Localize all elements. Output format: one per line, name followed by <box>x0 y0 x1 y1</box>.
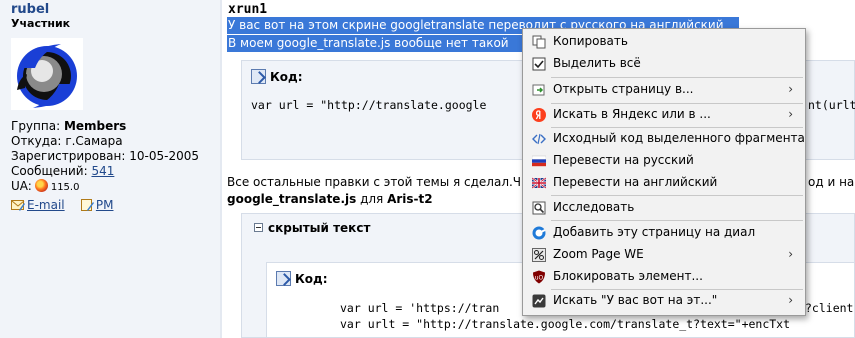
code-block-2-line-1-tail: ?client <box>805 301 854 315</box>
user-location: Откуда: г.Самара <box>11 134 123 148</box>
menu-item-translate-english[interactable]: Перевести на английский <box>523 172 805 194</box>
speed-dial-icon <box>532 226 546 240</box>
post-author: xrun1 <box>228 2 268 17</box>
contact-links: E-mail PM <box>11 198 113 212</box>
submenu-arrow-icon: › <box>788 107 793 121</box>
spoiler-toggle[interactable]: скрытый текст <box>254 221 370 235</box>
firefox-icon <box>34 179 48 192</box>
submenu-arrow-icon: › <box>788 293 793 307</box>
collapse-icon[interactable] <box>254 223 263 232</box>
code-block-1-line: var url = "http://translate.google <box>251 98 487 112</box>
email-icon <box>11 200 25 211</box>
pm-icon <box>80 199 94 211</box>
post-text-line-2: google_translate.js для Aris-t2 <box>227 192 433 206</box>
search-icon <box>532 294 546 308</box>
email-link[interactable]: E-mail <box>27 198 65 212</box>
open-page-icon <box>532 84 545 96</box>
menu-item-translate-russian[interactable]: Перевести на русский <box>523 150 805 172</box>
zoom-icon <box>532 248 546 262</box>
code-expand-icon[interactable] <box>276 271 291 286</box>
inspect-icon <box>532 201 546 215</box>
post-text-line-1: Все остальные правки с этой темы я сдела… <box>227 175 522 189</box>
menu-item-zoom-page-we[interactable]: Zoom Page WE › <box>523 244 805 266</box>
menu-item-search-yandex[interactable]: Искать в Яндекс или в ... › <box>523 104 805 126</box>
user-registered: Зарегистрирован: 10-05-2005 <box>11 149 200 163</box>
post-text-line-1-tail: од и на а <box>808 175 855 189</box>
user-agent: UA: 115.0 <box>11 179 80 193</box>
menu-item-block-element[interactable]: uO Блокировать элемент... <box>523 266 805 288</box>
source-code-icon <box>532 133 546 145</box>
code-block-1-header: Код: <box>251 69 303 84</box>
menu-item-open-page-in[interactable]: Открыть страницу в... › <box>523 79 805 101</box>
yandex-icon <box>532 108 546 122</box>
menu-separator <box>551 77 803 78</box>
menu-separator <box>551 195 803 196</box>
menu-item-select-all[interactable]: Выделить всё <box>523 53 805 75</box>
code-block-1-line-tail: nt(urlt <box>808 98 855 112</box>
avatar <box>11 38 83 110</box>
code-block-2-header: Код: <box>276 271 328 286</box>
context-menu: Копировать Выделить всё Открыть страницу… <box>522 28 806 316</box>
menu-item-search-selection[interactable]: Искать "У вас вот на эт..." › <box>523 290 805 312</box>
code-block-2-line-1: var url = 'https://tran <box>340 301 500 315</box>
uk-flag-icon <box>532 177 546 189</box>
submenu-arrow-icon: › <box>788 82 793 96</box>
pm-link[interactable]: PM <box>96 198 114 212</box>
user-group: Группа: Members <box>11 119 127 133</box>
menu-separator <box>551 220 803 221</box>
user-rank: Участник <box>11 17 71 30</box>
copy-icon <box>532 35 546 49</box>
ublock-icon: uO <box>533 270 545 284</box>
user-messages: Сообщений: 541 <box>11 164 115 178</box>
svg-text:uO: uO <box>535 275 544 282</box>
code-block-2-line-2: var urlt = "http://translate.google.com/… <box>340 317 791 331</box>
russian-flag-icon <box>532 155 546 167</box>
user-name[interactable]: rubel <box>11 2 49 17</box>
submenu-arrow-icon: › <box>788 247 793 261</box>
column-divider <box>220 0 222 338</box>
menu-item-view-selection-source[interactable]: Исходный код выделенного фрагмента <box>523 128 805 150</box>
menu-item-inspect[interactable]: Исследовать <box>523 197 805 219</box>
selected-text-line-2[interactable]: В моем google_translate.js вообще нет та… <box>227 35 523 52</box>
messages-count-link[interactable]: 541 <box>91 164 114 178</box>
code-expand-icon[interactable] <box>251 69 266 84</box>
menu-item-add-speed-dial[interactable]: Добавить эту страницу на диал <box>523 222 805 244</box>
menu-item-copy[interactable]: Копировать <box>523 31 805 53</box>
select-all-icon <box>532 57 546 71</box>
